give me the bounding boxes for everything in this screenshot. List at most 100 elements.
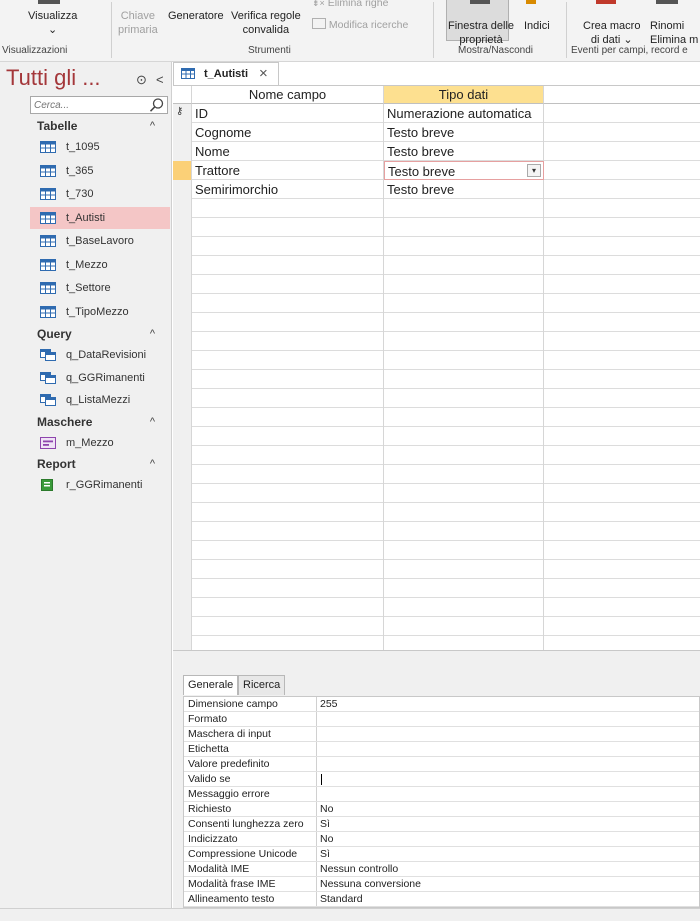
nav-options-icon[interactable]: ⊙ xyxy=(136,72,147,88)
field-name-cell[interactable] xyxy=(192,237,384,256)
row-selector[interactable] xyxy=(173,275,192,294)
description-cell[interactable] xyxy=(544,313,700,332)
property-value[interactable]: 255 xyxy=(320,697,338,711)
row-selector[interactable] xyxy=(173,465,192,484)
property-value[interactable]: Standard xyxy=(320,892,363,906)
row-selector[interactable] xyxy=(173,370,192,389)
table-row[interactable]: Nome Testo breve xyxy=(173,142,700,161)
property-row[interactable]: Valore predefinito xyxy=(184,757,699,772)
description-cell[interactable] xyxy=(544,541,700,560)
nav-item-t-mezzo[interactable]: t_Mezzo xyxy=(30,254,170,276)
table-row[interactable] xyxy=(173,598,700,617)
field-name-cell[interactable] xyxy=(192,294,384,313)
property-row[interactable]: Richiesto No xyxy=(184,802,699,817)
field-name-cell[interactable]: Trattore xyxy=(192,161,384,180)
data-type-cell[interactable] xyxy=(384,446,544,465)
chiave-primaria-button[interactable]: Chiave primaria xyxy=(118,9,158,37)
row-selector[interactable] xyxy=(173,332,192,351)
data-type-cell[interactable] xyxy=(384,522,544,541)
table-row[interactable] xyxy=(173,503,700,522)
table-row[interactable] xyxy=(173,218,700,237)
property-row[interactable]: Allineamento testo Standard xyxy=(184,892,699,907)
description-cell[interactable] xyxy=(544,446,700,465)
property-value[interactable]: Nessuna conversione xyxy=(320,877,421,891)
row-selector[interactable] xyxy=(173,503,192,522)
search-icon[interactable] xyxy=(149,97,165,113)
table-row[interactable] xyxy=(173,560,700,579)
table-row[interactable] xyxy=(173,617,700,636)
field-name-cell[interactable]: Cognome xyxy=(192,123,384,142)
table-row[interactable]: Semirimorchio Testo breve xyxy=(173,180,700,199)
row-selector[interactable] xyxy=(173,389,192,408)
property-row[interactable]: Valido se xyxy=(184,772,699,787)
data-type-cell[interactable] xyxy=(384,541,544,560)
description-cell[interactable] xyxy=(544,123,700,142)
table-row[interactable] xyxy=(173,541,700,560)
chevron-up-icon[interactable]: ^ xyxy=(150,116,155,136)
row-selector[interactable] xyxy=(173,541,192,560)
property-row[interactable]: Indicizzato No xyxy=(184,832,699,847)
row-selector[interactable] xyxy=(173,579,192,598)
data-type-cell[interactable] xyxy=(384,465,544,484)
tab-ricerca[interactable]: Ricerca xyxy=(238,675,286,695)
field-name-cell[interactable] xyxy=(192,351,384,370)
table-row[interactable] xyxy=(173,370,700,389)
field-name-cell[interactable] xyxy=(192,389,384,408)
property-row[interactable]: Compressione Unicode Sì xyxy=(184,847,699,862)
row-selector[interactable] xyxy=(173,427,192,446)
table-row[interactable] xyxy=(173,332,700,351)
data-type-cell[interactable] xyxy=(384,370,544,389)
description-cell[interactable] xyxy=(544,370,700,389)
row-selector[interactable] xyxy=(173,617,192,636)
table-row[interactable] xyxy=(173,579,700,598)
row-selector[interactable] xyxy=(173,199,192,218)
row-selector[interactable] xyxy=(173,446,192,465)
description-cell[interactable] xyxy=(544,617,700,636)
nav-item-t-730[interactable]: t_730 xyxy=(30,183,170,205)
row-selector[interactable] xyxy=(173,123,192,142)
data-type-cell[interactable]: Testo breve ▾ xyxy=(384,161,544,180)
property-value[interactable]: Nessun controllo xyxy=(320,862,398,876)
property-row[interactable]: Etichetta xyxy=(184,742,699,757)
description-cell[interactable] xyxy=(544,104,700,123)
table-row[interactable] xyxy=(173,199,700,218)
row-selector[interactable] xyxy=(173,522,192,541)
property-value[interactable]: No xyxy=(320,832,333,846)
document-tab-t-autisti[interactable]: t_Autisti × xyxy=(173,62,279,86)
field-name-cell[interactable] xyxy=(192,370,384,389)
description-cell[interactable] xyxy=(544,598,700,617)
property-value[interactable]: Sì xyxy=(320,817,330,831)
row-selector[interactable] xyxy=(173,313,192,332)
field-name-cell[interactable] xyxy=(192,256,384,275)
chevron-up-icon[interactable]: ^ xyxy=(150,412,155,432)
field-name-cell[interactable] xyxy=(192,427,384,446)
field-name-cell[interactable]: Nome xyxy=(192,142,384,161)
table-row[interactable] xyxy=(173,256,700,275)
nav-item-r-ggrimanenti[interactable]: r_GGRimanenti xyxy=(30,474,170,496)
property-row[interactable]: Modalità frase IME Nessuna conversione xyxy=(184,877,699,892)
chevron-down-icon[interactable]: ▾ xyxy=(527,164,541,177)
property-row[interactable]: Maschera di input xyxy=(184,727,699,742)
nav-search-input[interactable] xyxy=(31,97,145,113)
property-value[interactable]: No xyxy=(320,802,333,816)
description-cell[interactable] xyxy=(544,427,700,446)
description-cell[interactable] xyxy=(544,199,700,218)
modifica-ricerche-button[interactable]: Modifica ricerche xyxy=(312,18,408,32)
description-cell[interactable] xyxy=(544,294,700,313)
property-value[interactable]: Sì xyxy=(320,847,330,861)
description-cell[interactable] xyxy=(544,332,700,351)
table-row[interactable] xyxy=(173,351,700,370)
field-name-cell[interactable] xyxy=(192,313,384,332)
description-cell[interactable] xyxy=(544,560,700,579)
data-type-cell[interactable] xyxy=(384,598,544,617)
close-icon[interactable]: × xyxy=(259,65,268,82)
tab-generale[interactable]: Generale xyxy=(183,675,239,695)
table-row[interactable]: ⚷ ID Numerazione automatica xyxy=(173,104,700,123)
nav-item-q-ggrimanenti[interactable]: q_GGRimanenti xyxy=(30,367,170,389)
table-row[interactable] xyxy=(173,389,700,408)
table-row[interactable] xyxy=(173,408,700,427)
data-type-cell[interactable] xyxy=(384,579,544,598)
data-type-cell[interactable] xyxy=(384,484,544,503)
description-cell[interactable] xyxy=(544,503,700,522)
nav-item-t-autisti[interactable]: t_Autisti xyxy=(30,206,170,229)
